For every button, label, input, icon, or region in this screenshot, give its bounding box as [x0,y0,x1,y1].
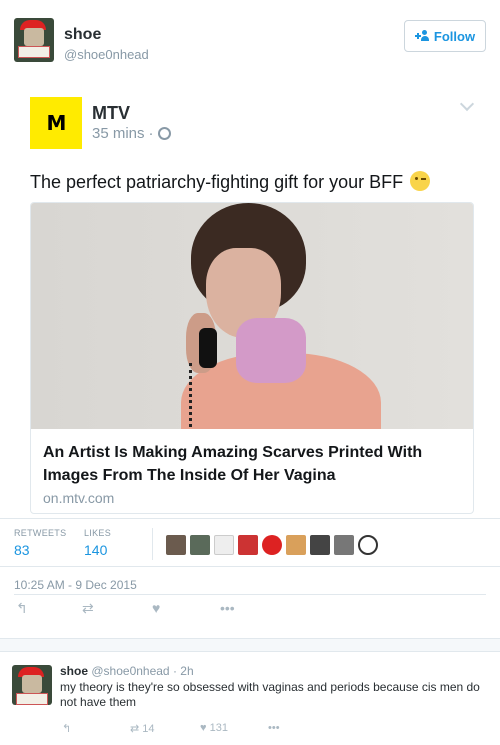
tweet-stats: RETWEETS 83 LIKES 140 [14,528,486,564]
liker-avatar[interactable] [214,535,234,555]
divider [0,518,500,519]
wink-emoji-icon [410,171,431,191]
more-icon[interactable]: ••• [220,600,235,616]
divider [0,566,500,567]
follow-person-icon [414,30,429,42]
liker-avatar[interactable] [334,535,354,555]
like-count[interactable]: LIKES 140 [84,528,111,558]
more-icon[interactable]: ••• [268,722,280,734]
follow-button[interactable]: Follow [404,20,486,52]
tweet-actions: ↰ ⇄ ♥ ••• [14,600,314,620]
mtv-logo[interactable]: M [30,97,82,149]
reply-tweet[interactable]: shoe @shoe0nhead · 2h my theory is they'… [0,653,500,745]
card-image[interactable] [31,203,473,429]
liker-avatar[interactable] [190,535,210,555]
liker-avatar[interactable] [166,535,186,555]
tweet: shoe @shoe0nhead Follow M MTV 35 mins · T… [0,0,500,745]
retweet-icon[interactable]: ⇄ 14 [130,722,155,735]
reply-avatar[interactable] [12,665,52,705]
tweet-timestamp: 10:25 AM - 9 Dec 2015 [14,578,137,592]
reply-actions: ↰ ⇄ 14 ♥ 131 ••• [60,722,360,738]
reply-text: my theory is they're so obsessed with va… [60,680,480,709]
quoted-timestamp: 35 mins · [92,125,171,142]
author-avatar[interactable] [14,18,54,62]
card-domain: on.mtv.com [43,490,115,506]
quoted-author-name[interactable]: MTV [92,103,130,124]
reply-time[interactable]: 2h [180,664,193,678]
reply-like-count: 131 [209,722,228,734]
reply-author-name[interactable]: shoe [60,664,88,678]
retweet-icon[interactable]: ⇄ [82,600,94,617]
like-icon[interactable]: ♥ 131 [200,722,228,734]
globe-icon [157,127,171,140]
reply-author-handle[interactable]: @shoe0nhead [91,664,169,678]
card-title[interactable]: An Artist Is Making Amazing Scarves Prin… [43,441,463,487]
like-icon[interactable]: ♥ [152,600,160,616]
reply-separator [0,638,500,652]
author-handle[interactable]: @shoe0nhead [64,47,149,62]
author-name[interactable]: shoe [64,26,101,44]
liker-avatar[interactable] [358,535,378,555]
quoted-text: The perfect patriarchy-fighting gift for… [30,171,431,193]
tweet-header: shoe @shoe0nhead Follow [14,18,486,66]
reply-icon[interactable]: ↰ [62,722,71,735]
retweet-count[interactable]: RETWEETS 83 [14,528,66,558]
chevron-down-icon[interactable] [459,96,475,112]
reply-icon[interactable]: ↰ [16,600,28,617]
link-card[interactable]: An Artist Is Making Amazing Scarves Prin… [30,202,474,514]
follow-label: Follow [433,28,476,44]
divider [14,594,486,595]
liker-avatar[interactable] [286,535,306,555]
reply-header: shoe @shoe0nhead · 2h [60,664,194,678]
liker-avatar[interactable] [310,535,330,555]
liker-avatar[interactable] [238,535,258,555]
reply-retweet-count: 14 [142,723,155,735]
liker-avatar[interactable] [262,535,282,555]
